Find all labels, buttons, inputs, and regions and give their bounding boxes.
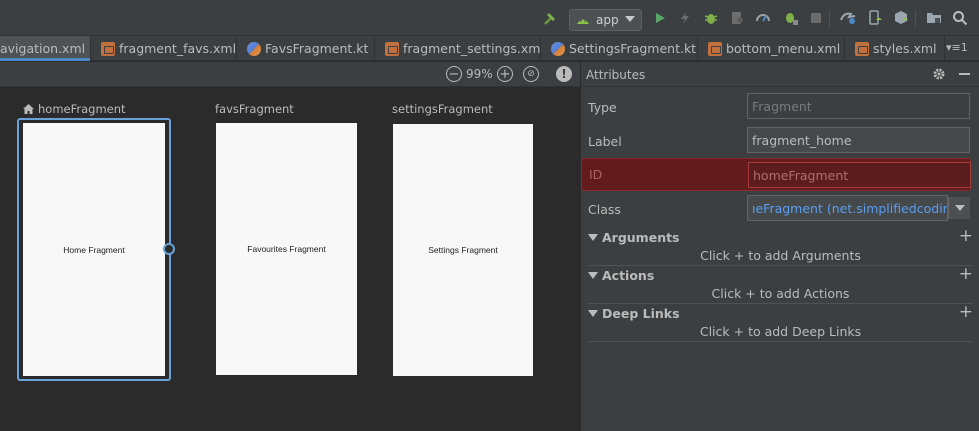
debug-icon[interactable]	[702, 9, 720, 27]
canvas-toolbar: − 99% + ⊘ !	[0, 62, 580, 87]
section-hint: Click + to add Actions	[711, 286, 850, 301]
fragment-label-favs: favsFragment	[215, 102, 294, 116]
attributes-panel: Attributes Type Fragment Label fragment_…	[580, 62, 979, 431]
toolbar-separator	[829, 10, 830, 28]
attributes-title: Attributes	[586, 68, 646, 82]
fragment-preview-text: Favourites Fragment	[247, 244, 326, 254]
run-config-label: app	[596, 13, 619, 27]
tab-label: SettingsFragment.kt	[569, 41, 697, 56]
zoom-level: 99%	[466, 67, 493, 81]
xml-file-icon	[101, 41, 115, 56]
tab-label: avigation.xml	[0, 41, 86, 56]
tab-bottom-menu-xml[interactable]: bottom_menu.xml ✕	[698, 36, 845, 61]
section-hint: Click + to add Deep Links	[699, 324, 862, 339]
fragment-settings[interactable]: Settings Fragment	[393, 124, 533, 376]
class-dropdown-button[interactable]	[948, 197, 970, 219]
tab-favsfragment-kt[interactable]: FavsFragment.kt ✕	[237, 36, 375, 61]
sdk-manager-icon[interactable]	[892, 9, 910, 27]
android-icon	[577, 19, 589, 24]
tab-fragment-favs-xml[interactable]: fragment_favs.xml ✕	[91, 36, 237, 61]
label-field[interactable]: fragment_home	[747, 127, 970, 153]
tab-navigation-xml[interactable]: avigation.xml ✕	[0, 36, 91, 61]
section-hint: Click + to add Arguments	[700, 248, 861, 263]
avd-manager-icon[interactable]	[866, 9, 884, 27]
section-title[interactable]: Actions	[602, 268, 654, 283]
xml-file-icon	[385, 41, 399, 56]
active-tab-indicator	[0, 58, 90, 61]
editor-tabs: avigation.xml ✕ fragment_favs.xml ✕ Favs…	[0, 36, 979, 61]
tab-styles-xml[interactable]: styles.xml ✕	[845, 36, 945, 61]
type-label: Type	[588, 100, 617, 115]
xml-file-icon	[855, 41, 869, 56]
attach-debugger-icon[interactable]	[782, 9, 800, 27]
class-field[interactable]: ıeFragment (net.simplifiedcoding)	[747, 195, 948, 221]
id-row-error: ID homeFragment	[581, 158, 971, 191]
gear-icon[interactable]	[932, 67, 946, 81]
run-config-dropdown[interactable]: app	[569, 9, 642, 31]
chevron-down-icon[interactable]	[588, 234, 598, 241]
close-icon[interactable]: ✕	[943, 42, 944, 56]
stop-icon[interactable]	[807, 9, 825, 27]
tab-overflow-button[interactable]: ▾≡1	[946, 41, 968, 54]
divider	[588, 341, 973, 342]
type-field: Fragment	[747, 93, 970, 119]
fragment-label-home: homeFragment	[22, 102, 126, 116]
attributes-header: Attributes	[581, 62, 979, 87]
id-label: ID	[589, 167, 603, 182]
add-argument-button[interactable]: +	[959, 226, 973, 246]
divider	[588, 265, 973, 266]
hammer-icon[interactable]	[541, 9, 559, 27]
gradle-sync-icon[interactable]	[839, 9, 857, 27]
minimize-icon[interactable]	[959, 73, 970, 75]
chevron-down-icon[interactable]	[588, 272, 598, 279]
warning-icon[interactable]: !	[556, 66, 572, 82]
main-toolbar: app	[0, 0, 979, 36]
kotlin-file-icon	[551, 41, 565, 56]
toolbar-separator	[915, 10, 916, 28]
class-label: Class	[588, 202, 621, 217]
home-icon	[23, 104, 34, 114]
tab-label: bottom_menu.xml	[726, 41, 841, 56]
section-title[interactable]: Deep Links	[602, 306, 680, 321]
tab-label: fragment_settings.xml	[403, 41, 541, 56]
zoom-to-fit-button[interactable]: ⊘	[523, 66, 539, 82]
action-handle[interactable]	[163, 243, 175, 255]
run-icon[interactable]	[651, 9, 669, 27]
kotlin-file-icon	[247, 41, 261, 56]
tab-label: fragment_favs.xml	[119, 41, 237, 56]
apply-changes-icon[interactable]	[676, 9, 694, 27]
tab-label: FavsFragment.kt	[265, 41, 369, 56]
chevron-down-icon[interactable]	[588, 310, 598, 317]
fragment-favs[interactable]: Favourites Fragment	[216, 123, 357, 375]
fragment-preview-text: Home Fragment	[63, 244, 125, 255]
fragment-home[interactable]: Home Fragment	[23, 123, 165, 376]
tab-fragment-settings-xml[interactable]: fragment_settings.xml ✕	[375, 36, 541, 61]
search-icon[interactable]	[951, 9, 969, 27]
navigation-design-canvas[interactable]: − 99% + ⊘ ! homeFragment favsFragment se…	[0, 62, 580, 431]
add-action-button[interactable]: +	[959, 264, 973, 284]
chevron-down-icon	[625, 16, 635, 22]
id-field[interactable]: homeFragment	[748, 162, 971, 188]
project-structure-icon[interactable]	[925, 9, 943, 27]
divider	[588, 303, 973, 304]
section-title[interactable]: Arguments	[602, 230, 680, 245]
profile-icon[interactable]	[728, 9, 746, 27]
coverage-icon[interactable]	[754, 9, 772, 27]
zoom-in-button[interactable]: +	[497, 66, 513, 82]
add-deep-link-button[interactable]: +	[959, 302, 973, 322]
tab-settingsfragment-kt[interactable]: SettingsFragment.kt ✕	[541, 36, 698, 61]
tab-label: styles.xml	[873, 41, 937, 56]
label-label: Label	[588, 134, 622, 149]
xml-file-icon	[708, 41, 722, 56]
fragment-preview-text: Settings Fragment	[428, 245, 498, 255]
fragment-label-settings: settingsFragment	[392, 102, 493, 116]
zoom-out-button[interactable]: −	[446, 66, 462, 82]
